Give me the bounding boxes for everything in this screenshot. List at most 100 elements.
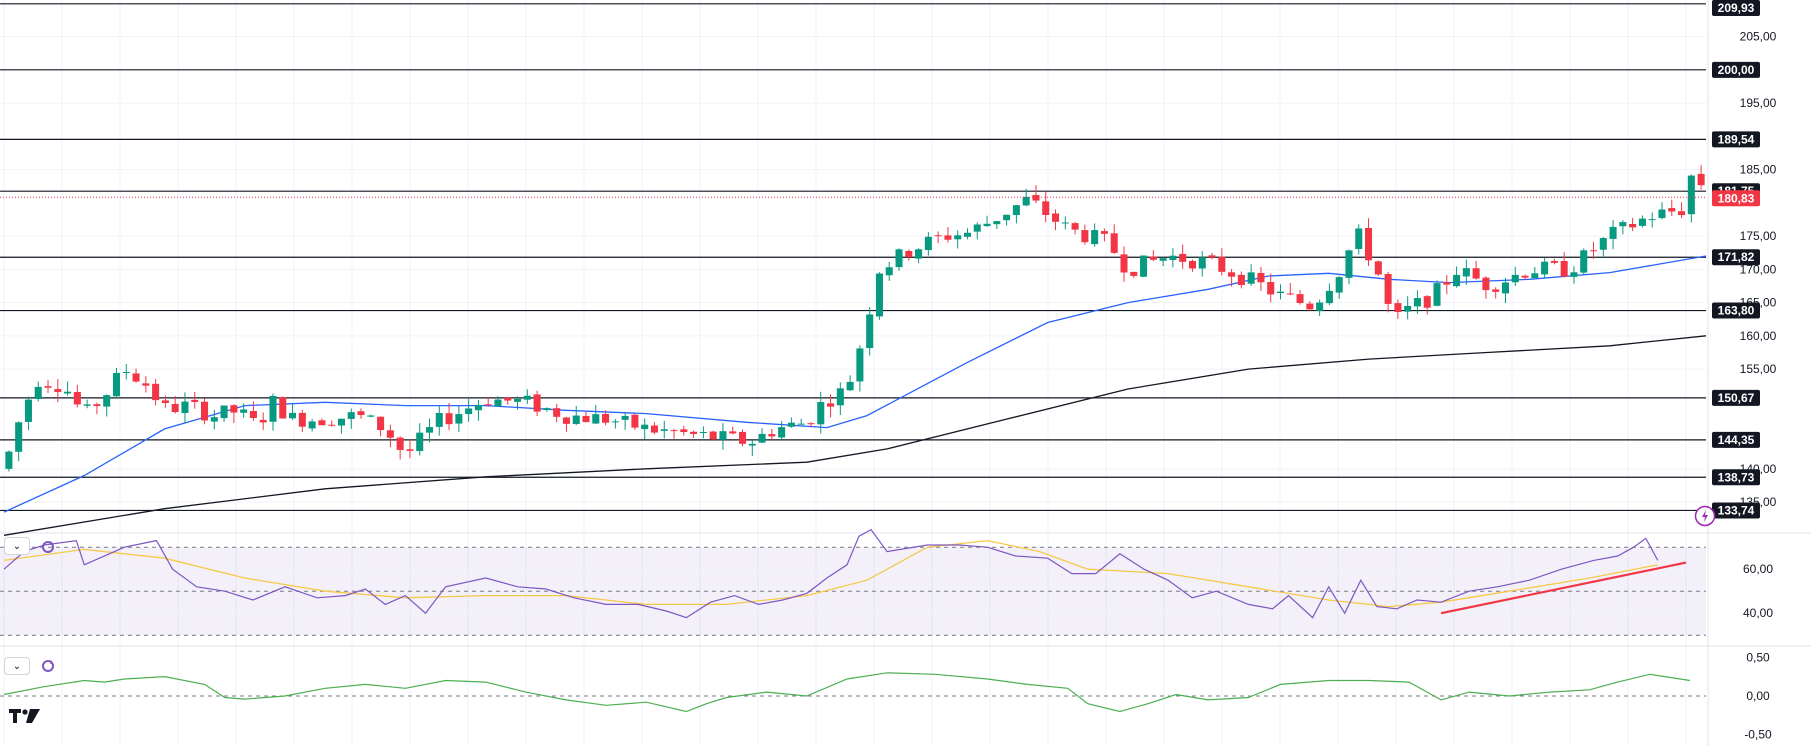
bear-candle xyxy=(1081,230,1089,243)
cmf-refresh-button[interactable] xyxy=(39,657,57,675)
bull-candle xyxy=(963,232,972,237)
bull-candle xyxy=(1658,209,1666,219)
bull-candle xyxy=(592,414,600,424)
ema50-path xyxy=(3,255,1707,513)
bull-candle xyxy=(1325,290,1333,304)
level-price-tag: 144,35 xyxy=(1712,431,1760,448)
tradingview-logo[interactable] xyxy=(8,707,42,730)
bull-candle xyxy=(15,422,23,452)
bear-candle xyxy=(768,434,776,437)
cmf-collapse-button[interactable]: ⌄ xyxy=(4,657,30,675)
bear-candle xyxy=(161,400,169,404)
bull-candle xyxy=(641,424,649,430)
bear-candle xyxy=(1042,201,1050,215)
bull-candle xyxy=(621,415,629,420)
level-price-tag: 138,73 xyxy=(1712,469,1760,486)
bull-candle xyxy=(866,314,874,349)
bull-candle xyxy=(83,404,91,406)
bull-candle xyxy=(435,412,443,427)
bear-candle xyxy=(1208,255,1216,258)
bear-candle xyxy=(298,412,306,427)
axis-tick-label: 205,00 xyxy=(1740,30,1777,44)
bear-candle xyxy=(807,423,815,425)
bear-candle xyxy=(1120,254,1128,273)
bull-candle xyxy=(122,371,130,373)
level-price-tag-text: 163,80 xyxy=(1718,304,1755,318)
bear-candle xyxy=(1365,227,1373,261)
bear-candle xyxy=(1550,261,1558,263)
bull-candle xyxy=(1345,250,1353,278)
bull-candle xyxy=(1599,238,1607,250)
axis-tick-label: 155,00 xyxy=(1740,362,1777,376)
level-price-tag: 171,82 xyxy=(1712,249,1760,266)
bear-candle xyxy=(1218,256,1226,272)
ema200-line xyxy=(3,335,1707,536)
bear-candle xyxy=(738,431,747,444)
bear-candle xyxy=(1629,223,1637,228)
rsi-refresh-button[interactable] xyxy=(39,538,57,556)
bear-candle xyxy=(1306,303,1314,310)
last-price-tag-text: 180,83 xyxy=(1718,191,1755,205)
bull-candle xyxy=(1159,258,1167,261)
bull-candle xyxy=(572,415,580,425)
level-price-tag-text: 209,93 xyxy=(1718,1,1755,15)
bear-candle xyxy=(1697,173,1705,186)
bear-candle xyxy=(1237,274,1245,286)
bear-candle xyxy=(1130,271,1138,276)
candles xyxy=(5,165,1705,472)
bull-candle xyxy=(337,418,345,426)
bull-candle xyxy=(494,399,502,407)
bull-candle xyxy=(1619,222,1627,227)
level-price-tag: 150,67 xyxy=(1712,389,1760,406)
price-axis: 205,00195,00185,00175,00170,00165,00160,… xyxy=(1712,0,1777,742)
bear-candle xyxy=(934,235,942,237)
bear-candle xyxy=(132,373,140,382)
bear-candle xyxy=(905,250,913,258)
bull-candle xyxy=(416,432,424,452)
axis-tick-label: 0,00 xyxy=(1746,689,1770,703)
bear-candle xyxy=(191,399,199,402)
refresh-icon xyxy=(42,541,54,553)
bull-candle xyxy=(699,432,707,434)
bull-candle xyxy=(1501,282,1509,294)
bull-candle xyxy=(474,404,482,411)
axis-tick-label: 0,50 xyxy=(1746,650,1770,664)
bear-candle xyxy=(1100,231,1108,234)
bear-candle xyxy=(1257,272,1265,283)
bear-candle xyxy=(445,413,453,425)
bear-candle xyxy=(44,386,52,388)
bear-candle xyxy=(582,415,590,423)
chevron-down-icon: ⌄ xyxy=(12,660,22,672)
alert-button[interactable] xyxy=(1694,505,1716,527)
bear-candle xyxy=(602,413,610,423)
bear-candle xyxy=(279,397,287,419)
bull-candle xyxy=(846,381,854,391)
bear-candle xyxy=(152,383,160,401)
bear-candle xyxy=(1228,272,1236,277)
bull-candle xyxy=(1012,205,1020,216)
bull-candle xyxy=(973,224,981,232)
bull-candle xyxy=(289,412,297,419)
rsi-collapse-button[interactable]: ⌄ xyxy=(4,537,30,555)
bull-candle xyxy=(34,386,42,399)
bear-candle xyxy=(1472,268,1480,279)
bull-candle xyxy=(993,221,1001,225)
bear-candle xyxy=(73,392,81,405)
horizontal-levels xyxy=(0,3,1706,512)
bear-candle xyxy=(631,414,639,428)
bull-candle xyxy=(719,431,727,440)
bull-candle xyxy=(1169,255,1177,261)
bear-candle xyxy=(54,389,62,392)
bull-candle xyxy=(1462,268,1470,277)
axis-tick-label: 60,00 xyxy=(1743,562,1773,576)
bull-candle xyxy=(797,423,805,425)
bear-candle xyxy=(1188,261,1196,269)
bull-candle xyxy=(1580,250,1588,273)
bull-candle xyxy=(5,451,13,469)
level-price-tag: 163,80 xyxy=(1712,302,1760,319)
bull-candle xyxy=(455,414,463,424)
bear-candle xyxy=(1423,296,1431,308)
level-price-tag: 200,00 xyxy=(1712,61,1760,78)
bull-candle xyxy=(924,236,932,251)
bull-candle xyxy=(787,422,795,427)
